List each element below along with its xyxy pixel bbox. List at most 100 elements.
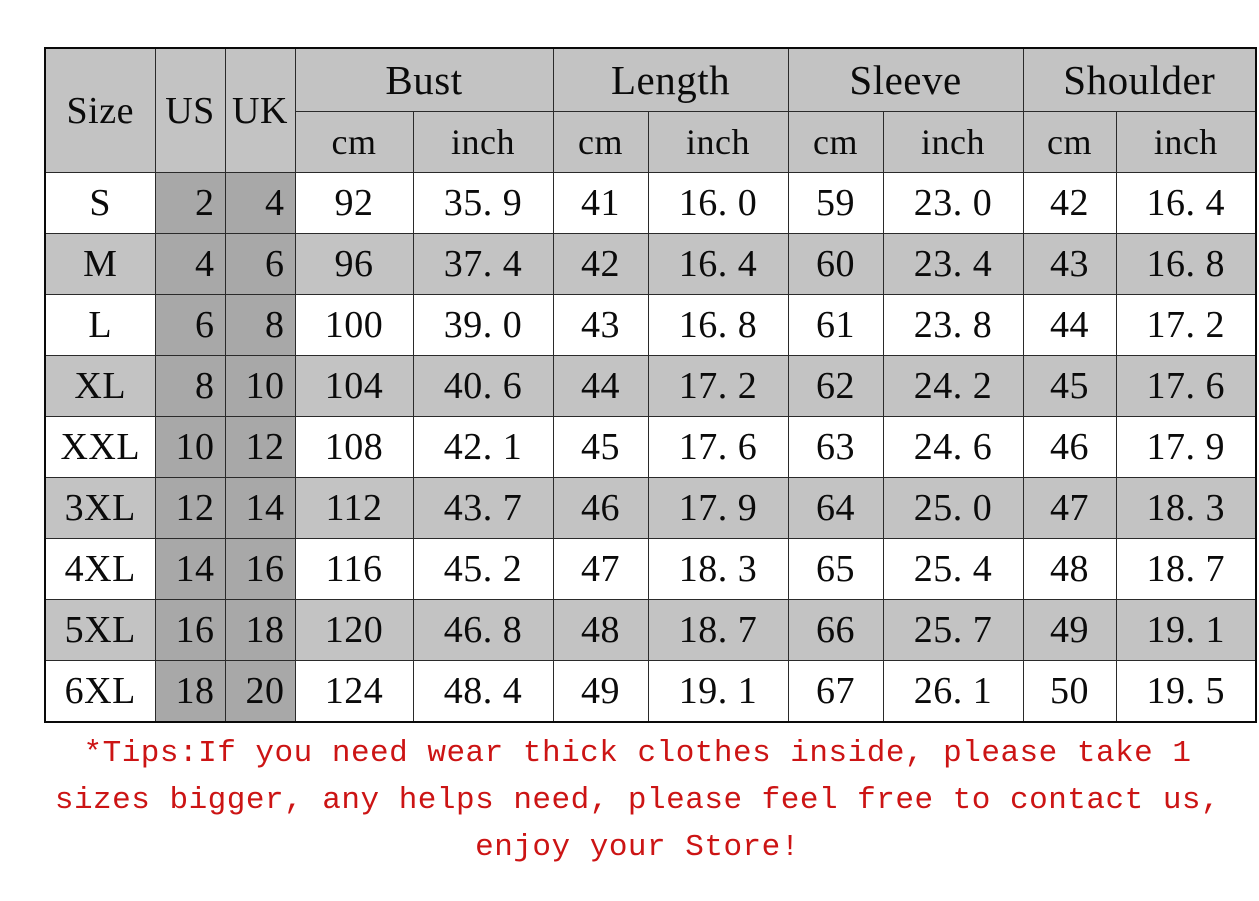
- cell-shoulder-cm: 46: [1022, 416, 1117, 478]
- cell-us: 6: [154, 294, 226, 356]
- header-sleeve-inch: inch: [882, 111, 1024, 173]
- cell-sleeve-inch: 23. 8: [882, 294, 1024, 356]
- cell-bust-inch: 43. 7: [412, 477, 554, 539]
- header-us: US: [154, 47, 226, 173]
- cell-us: 16: [154, 599, 226, 661]
- table-row: S 2 4 92 35. 9 41 16. 0 59 23. 0 42 16. 4: [44, 172, 1257, 234]
- cell-us: 14: [154, 538, 226, 600]
- cell-us: 2: [154, 172, 226, 234]
- cell-length-inch: 17. 6: [647, 416, 789, 478]
- cell-shoulder-inch: 17. 6: [1115, 355, 1257, 417]
- cell-sleeve-inch: 26. 1: [882, 660, 1024, 722]
- header-bust-inch: inch: [412, 111, 554, 173]
- table-header: Size US UK Bust Length Sleeve Shoulder c…: [44, 47, 1257, 173]
- table-row: 4XL 14 16 116 45. 2 47 18. 3 65 25. 4 48 18. 7: [44, 538, 1257, 600]
- cell-length-cm: 42: [552, 233, 649, 295]
- cell-length-inch: 16. 4: [647, 233, 789, 295]
- cell-sleeve-inch: 25. 0: [882, 477, 1024, 539]
- header-sleeve-cm: cm: [787, 111, 884, 173]
- cell-uk: 10: [224, 355, 296, 417]
- cell-bust-cm: 92: [294, 172, 414, 234]
- header-length-cm: cm: [552, 111, 649, 173]
- cell-uk: 8: [224, 294, 296, 356]
- cell-shoulder-inch: 18. 3: [1115, 477, 1257, 539]
- cell-shoulder-cm: 42: [1022, 172, 1117, 234]
- cell-length-inch: 16. 8: [647, 294, 789, 356]
- cell-bust-cm: 116: [294, 538, 414, 600]
- cell-sleeve-inch: 25. 4: [882, 538, 1024, 600]
- cell-sleeve-cm: 67: [787, 660, 884, 722]
- cell-size: 6XL: [44, 660, 156, 722]
- cell-bust-inch: 39. 0: [412, 294, 554, 356]
- header-group-sleeve: Sleeve: [787, 47, 1024, 112]
- cell-shoulder-cm: 43: [1022, 233, 1117, 295]
- cell-us: 18: [154, 660, 226, 722]
- table-row: M 4 6 96 37. 4 42 16. 4 60 23. 4 43 16. 8: [44, 233, 1257, 295]
- cell-length-cm: 41: [552, 172, 649, 234]
- cell-shoulder-cm: 50: [1022, 660, 1117, 722]
- cell-bust-cm: 96: [294, 233, 414, 295]
- cell-length-cm: 47: [552, 538, 649, 600]
- table-row: XL 8 10 104 40. 6 44 17. 2 62 24. 2 45 17. 6: [44, 355, 1257, 417]
- cell-length-inch: 17. 9: [647, 477, 789, 539]
- header-group-length: Length: [552, 47, 789, 112]
- cell-size: 3XL: [44, 477, 156, 539]
- cell-size: 4XL: [44, 538, 156, 600]
- cell-sleeve-cm: 65: [787, 538, 884, 600]
- tips-note: *Tips:If you need wear thick clothes ins…: [54, 736, 1240, 865]
- cell-bust-cm: 104: [294, 355, 414, 417]
- table-body: S 2 4 92 35. 9 41 16. 0 59 23. 0 42 16. 4 M 4 6 96 37. …: [44, 172, 1257, 722]
- cell-uk: 18: [224, 599, 296, 661]
- cell-sleeve-cm: 66: [787, 599, 884, 661]
- table-row: L 6 8 100 39. 0 43 16. 8 61 23. 8 44 17. 2: [44, 294, 1257, 356]
- cell-sleeve-cm: 59: [787, 172, 884, 234]
- cell-shoulder-cm: 45: [1022, 355, 1117, 417]
- header-shoulder-cm: cm: [1022, 111, 1117, 173]
- cell-shoulder-cm: 48: [1022, 538, 1117, 600]
- cell-shoulder-inch: 19. 5: [1115, 660, 1257, 722]
- cell-bust-cm: 120: [294, 599, 414, 661]
- cell-length-cm: 46: [552, 477, 649, 539]
- cell-length-inch: 19. 1: [647, 660, 789, 722]
- cell-length-cm: 43: [552, 294, 649, 356]
- cell-bust-inch: 40. 6: [412, 355, 554, 417]
- cell-uk: 4: [224, 172, 296, 234]
- cell-sleeve-cm: 62: [787, 355, 884, 417]
- cell-bust-cm: 112: [294, 477, 414, 539]
- cell-bust-cm: 124: [294, 660, 414, 722]
- cell-us: 10: [154, 416, 226, 478]
- cell-us: 12: [154, 477, 226, 539]
- cell-uk: 16: [224, 538, 296, 600]
- cell-sleeve-cm: 64: [787, 477, 884, 539]
- cell-shoulder-cm: 49: [1022, 599, 1117, 661]
- cell-size: S: [44, 172, 156, 234]
- size-chart-page: Size US UK Bust Length Sleeve Shoulder c…: [0, 0, 1259, 901]
- cell-shoulder-inch: 16. 8: [1115, 233, 1257, 295]
- header-group-shoulder: Shoulder: [1022, 47, 1257, 112]
- cell-uk: 12: [224, 416, 296, 478]
- cell-length-cm: 44: [552, 355, 649, 417]
- cell-size: 5XL: [44, 599, 156, 661]
- cell-bust-inch: 35. 9: [412, 172, 554, 234]
- cell-bust-cm: 108: [294, 416, 414, 478]
- cell-sleeve-cm: 61: [787, 294, 884, 356]
- cell-bust-inch: 37. 4: [412, 233, 554, 295]
- cell-bust-inch: 48. 4: [412, 660, 554, 722]
- table-row: 3XL 12 14 112 43. 7 46 17. 9 64 25. 0 47 18. 3: [44, 477, 1257, 539]
- header-size: Size: [44, 47, 156, 173]
- header-bust-cm: cm: [294, 111, 414, 173]
- cell-shoulder-cm: 44: [1022, 294, 1117, 356]
- cell-uk: 6: [224, 233, 296, 295]
- size-chart-table: Size US UK Bust Length Sleeve Shoulder c…: [44, 47, 1258, 723]
- cell-uk: 20: [224, 660, 296, 722]
- cell-sleeve-inch: 25. 7: [882, 599, 1024, 661]
- cell-shoulder-inch: 16. 4: [1115, 172, 1257, 234]
- header-shoulder-inch: inch: [1115, 111, 1257, 173]
- table-row: XXL 10 12 108 42. 1 45 17. 6 63 24. 6 46 17. 9: [44, 416, 1257, 478]
- header-group-bust: Bust: [294, 47, 554, 112]
- cell-shoulder-cm: 47: [1022, 477, 1117, 539]
- cell-shoulder-inch: 17. 9: [1115, 416, 1257, 478]
- size-chart-table-container: Size US UK Bust Length Sleeve Shoulder c…: [44, 47, 1258, 723]
- cell-us: 8: [154, 355, 226, 417]
- cell-shoulder-inch: 17. 2: [1115, 294, 1257, 356]
